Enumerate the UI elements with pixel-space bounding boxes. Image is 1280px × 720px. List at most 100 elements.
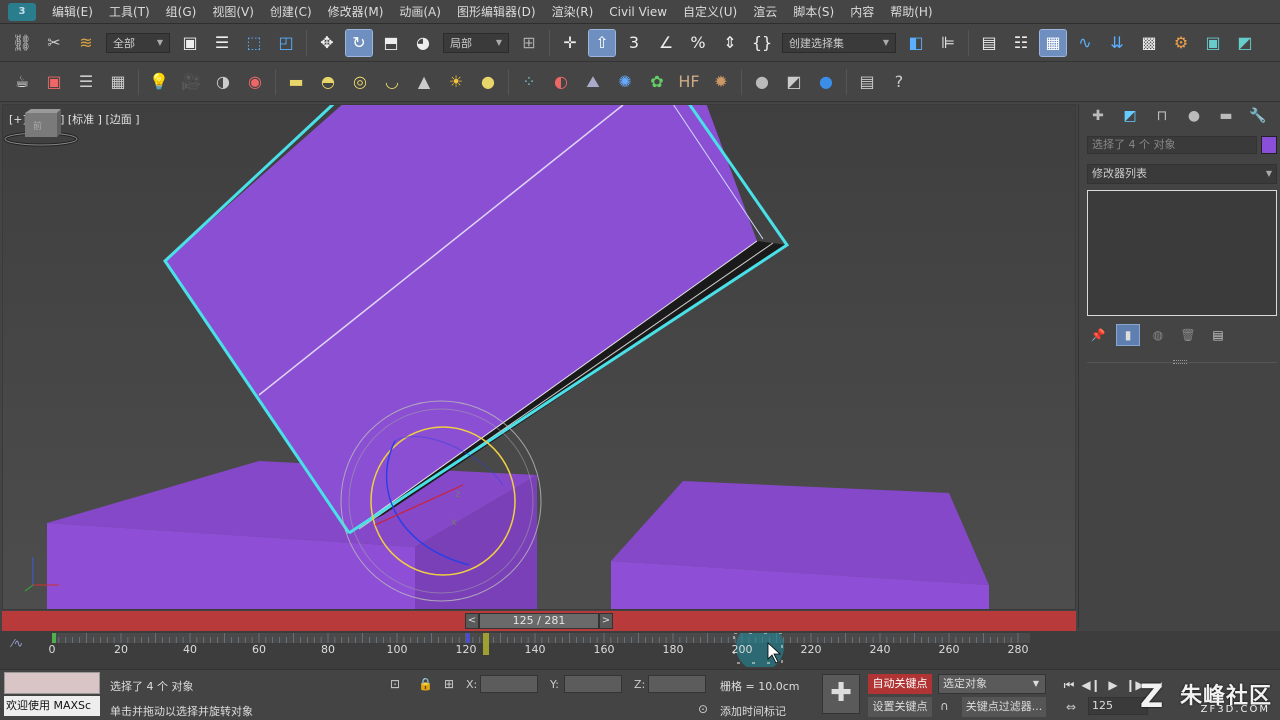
- auto-key-button[interactable]: 自动关键点: [868, 674, 932, 694]
- layer-explorer-icon[interactable]: ☷: [1008, 30, 1034, 56]
- schematic-view-icon[interactable]: ⇊: [1104, 30, 1130, 56]
- named-selection-set-dropdown[interactable]: 创建选择集 ▼: [782, 32, 896, 53]
- snaps-toggle-icon[interactable]: 3: [621, 30, 647, 56]
- add-time-tag-button[interactable]: 添加时间标记: [720, 703, 786, 719]
- track-bar[interactable]: ⁄∿ 0 20 40 60 80 100 120 140 160 180 200 220 240 260 2…: [0, 631, 1280, 669]
- isolate-selection-icon[interactable]: ⊡: [390, 677, 400, 691]
- mirror-icon[interactable]: ◧: [903, 30, 929, 56]
- dome-icon[interactable]: ◓: [315, 69, 341, 95]
- material-sphere-icon[interactable]: ●: [749, 69, 775, 95]
- menu-customize[interactable]: 自定义(U): [675, 0, 745, 24]
- cloth-icon[interactable]: ⛰: [580, 69, 606, 95]
- menu-graph-editors[interactable]: 图形编辑器(D): [449, 0, 544, 24]
- maxscript-listener-mini[interactable]: [4, 672, 100, 694]
- motion-tab-icon[interactable]: ●: [1181, 105, 1207, 127]
- unlink-icon[interactable]: ✂: [41, 30, 67, 56]
- modifier-list-dropdown[interactable]: 修改器列表 ▼: [1087, 164, 1277, 184]
- configure-modifier-sets-icon[interactable]: ▤: [1207, 325, 1229, 345]
- light-bulb-icon[interactable]: 💡: [146, 69, 172, 95]
- menu-content[interactable]: 内容: [842, 0, 882, 24]
- previous-frame-icon[interactable]: ◀❙: [1080, 675, 1102, 695]
- create-tab-icon[interactable]: ✚: [1085, 105, 1111, 127]
- percent-snap-icon[interactable]: %: [685, 30, 711, 56]
- selection-filter-dropdown[interactable]: 全部 ▼: [106, 32, 170, 53]
- go-to-start-icon[interactable]: ⏮: [1058, 675, 1080, 695]
- camera-icon[interactable]: 🎥: [178, 69, 204, 95]
- list-icon[interactable]: ☰: [73, 69, 99, 95]
- key-filters-button[interactable]: 关键点过滤器...: [962, 697, 1046, 717]
- window-crossing-icon[interactable]: ◰: [273, 30, 299, 56]
- camera-red-icon[interactable]: ◉: [242, 69, 268, 95]
- time-slider-prev-button[interactable]: <: [465, 613, 479, 629]
- object-color-swatch[interactable]: [1261, 136, 1277, 154]
- object-name-field[interactable]: 选择了 4 个 对象: [1087, 136, 1257, 154]
- reference-coord-dropdown[interactable]: 局部 ▼: [443, 32, 509, 53]
- current-frame-field[interactable]: 125: [1088, 697, 1148, 715]
- set-key-mode-icon[interactable]: ✚: [822, 674, 860, 714]
- select-manipulate-icon[interactable]: ✛: [557, 30, 583, 56]
- align-icon[interactable]: ⊫: [935, 30, 961, 56]
- hair-fur-icon[interactable]: HF: [676, 69, 702, 95]
- fur-ball-icon[interactable]: ✹: [708, 69, 734, 95]
- y-coord-field[interactable]: [564, 675, 622, 693]
- sphere-light-icon[interactable]: ◎: [347, 69, 373, 95]
- menu-views[interactable]: 视图(V): [204, 0, 262, 24]
- select-object-icon[interactable]: ▣: [177, 30, 203, 56]
- proxy-icon[interactable]: ◐: [548, 69, 574, 95]
- menu-civil-view[interactable]: Civil View: [601, 0, 675, 24]
- move-icon[interactable]: ✥: [314, 30, 340, 56]
- place-icon[interactable]: ◕: [410, 30, 436, 56]
- perspective-viewport[interactable]: [+] [透视 ] [标准 ] [边面 ] z x 前: [2, 104, 1076, 610]
- cone-icon[interactable]: ▲: [411, 69, 437, 95]
- pin-stack-icon[interactable]: 📌: [1087, 325, 1109, 345]
- select-by-name-icon[interactable]: ☰: [209, 30, 235, 56]
- grid-table-icon[interactable]: ▦: [105, 69, 131, 95]
- menu-renderyun[interactable]: 渲云: [745, 0, 785, 24]
- absolute-offset-toggle-icon[interactable]: ⊞: [444, 677, 454, 691]
- panel-grip[interactable]: [1173, 360, 1187, 364]
- selection-set-dropdown[interactable]: 选定对象 ▼: [938, 674, 1046, 694]
- render-frame-icon[interactable]: ▣: [41, 69, 67, 95]
- menu-create[interactable]: 创建(C): [262, 0, 320, 24]
- scale-icon[interactable]: ⬒: [378, 30, 404, 56]
- modifier-stack-list[interactable]: [1087, 190, 1277, 316]
- menu-scripting[interactable]: 脚本(S): [785, 0, 842, 24]
- menu-tools[interactable]: 工具(T): [101, 0, 158, 24]
- scene-explorer-icon[interactable]: ▤: [976, 30, 1002, 56]
- time-tag-icon[interactable]: ⊙: [698, 702, 708, 716]
- time-slider-thumb[interactable]: 125 / 281: [479, 613, 599, 629]
- time-slider-next-button[interactable]: >: [599, 613, 613, 629]
- lock-selection-icon[interactable]: 🔒: [418, 677, 433, 691]
- sphere-yellow-icon[interactable]: ●: [475, 69, 501, 95]
- menu-group[interactable]: 组(G): [158, 0, 205, 24]
- remove-modifier-icon[interactable]: 🗑: [1177, 325, 1199, 345]
- utilities-tab-icon[interactable]: 🔧: [1245, 105, 1271, 127]
- x-coord-field[interactable]: [480, 675, 538, 693]
- particles-icon[interactable]: ⁘: [516, 69, 542, 95]
- rect-selection-icon[interactable]: ⬚: [241, 30, 267, 56]
- rendered-frame-window-icon[interactable]: ▣: [1200, 30, 1226, 56]
- sun-icon[interactable]: ☀: [443, 69, 469, 95]
- menu-rendering[interactable]: 渲染(R): [544, 0, 602, 24]
- grass-icon[interactable]: ✿: [644, 69, 670, 95]
- time-slider[interactable]: < 125 / 281 >: [2, 611, 1076, 631]
- show-end-result-icon[interactable]: ▮: [1116, 324, 1140, 346]
- keyboard-shortcut-override-icon[interactable]: ⇧: [588, 28, 616, 57]
- menu-edit[interactable]: 编辑(E): [44, 0, 101, 24]
- menu-modifiers[interactable]: 修改器(M): [320, 0, 392, 24]
- play-icon[interactable]: ▶: [1102, 675, 1124, 695]
- gear-blue-icon[interactable]: ✺: [612, 69, 638, 95]
- bind-spacewarp-icon[interactable]: ≋: [73, 30, 99, 56]
- material-browser-icon[interactable]: ◩: [781, 69, 807, 95]
- toggle-ribbon-icon[interactable]: ▦: [1039, 28, 1067, 57]
- bowl-icon[interactable]: ◡: [379, 69, 405, 95]
- link-icon[interactable]: ⛓: [9, 30, 35, 56]
- edit-named-sets-icon[interactable]: {}: [749, 30, 775, 56]
- menu-animation[interactable]: 动画(A): [391, 0, 449, 24]
- teapot-icon[interactable]: ☕: [9, 69, 35, 95]
- display-tab-icon[interactable]: ▬: [1213, 105, 1239, 127]
- viewcube-icon[interactable]: 前: [3, 105, 79, 151]
- curve-editor-mini-icon[interactable]: ⁄∿: [12, 637, 23, 650]
- default-tangent-icon[interactable]: ∩: [940, 699, 949, 713]
- render-setup-icon[interactable]: ⚙: [1168, 30, 1194, 56]
